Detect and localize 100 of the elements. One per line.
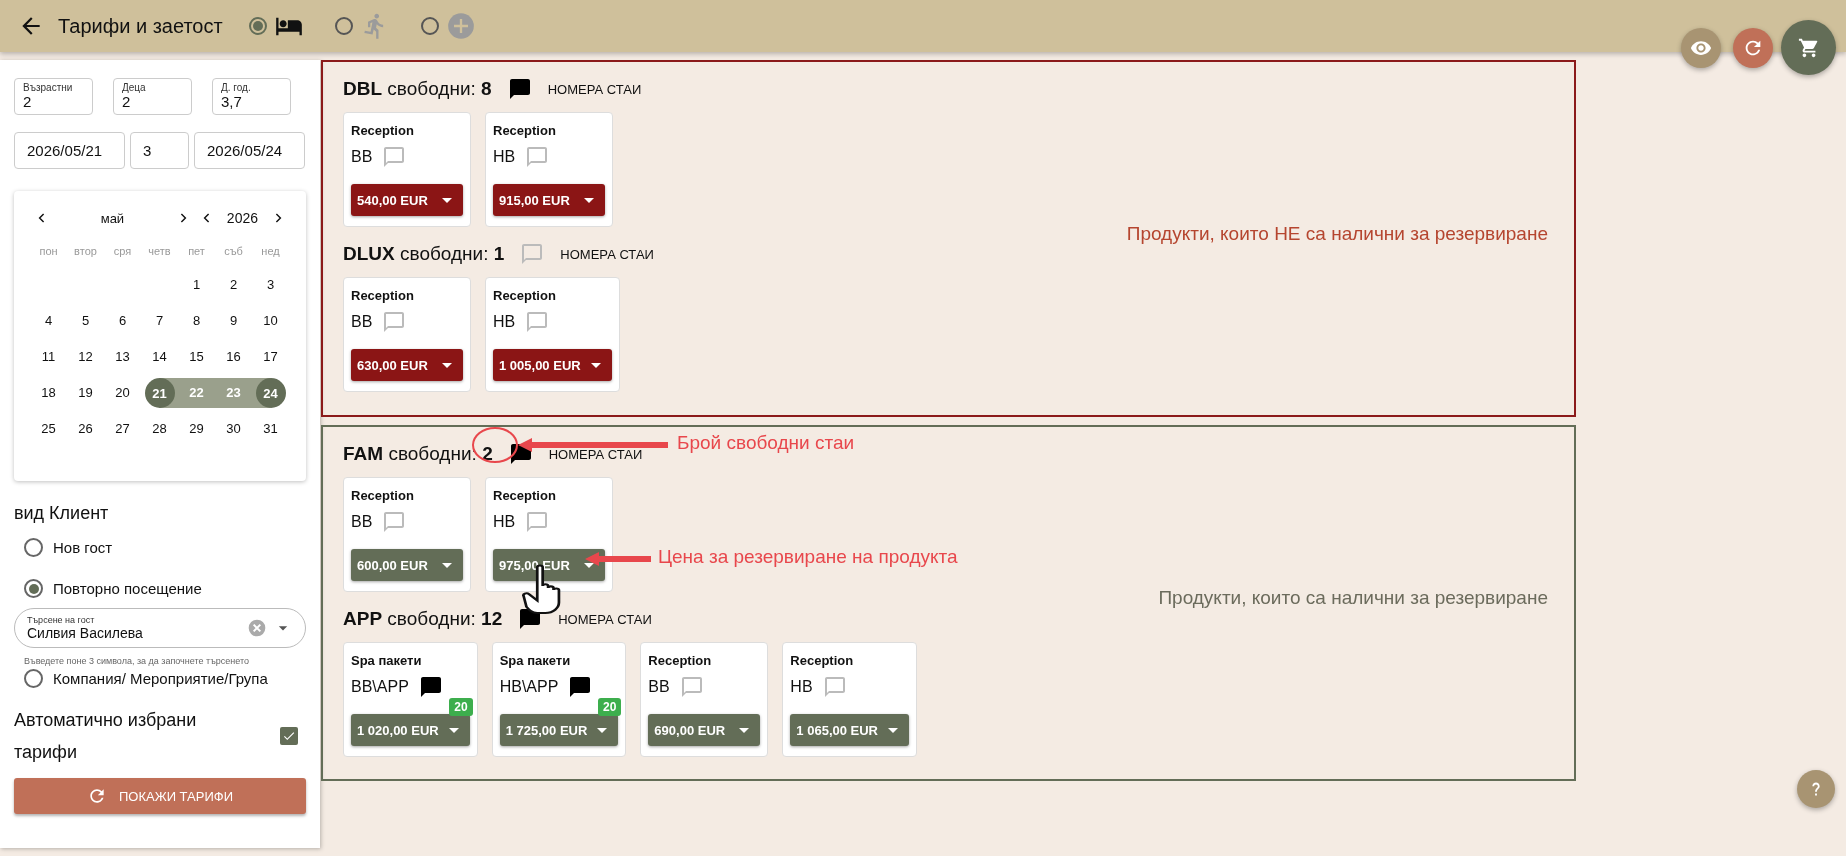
comment-icon[interactable] bbox=[507, 77, 532, 101]
calendar-day[interactable]: 20 bbox=[104, 378, 141, 408]
calendar-day[interactable]: 13 bbox=[104, 342, 141, 372]
calendar-day[interactable]: 28 bbox=[141, 414, 178, 444]
calendar-day[interactable]: 17 bbox=[252, 342, 289, 372]
month-label: май bbox=[99, 210, 126, 226]
weekday-label: нед bbox=[260, 244, 281, 259]
calendar-day[interactable]: 31 bbox=[252, 414, 289, 444]
room-type-heading: DBL свободни: 8 bbox=[343, 78, 492, 100]
board-code: HB bbox=[790, 678, 813, 696]
radio-option[interactable]: Нов гост bbox=[24, 538, 306, 557]
calendar-day[interactable]: 1 bbox=[178, 270, 215, 300]
calendar-day[interactable]: 29 bbox=[178, 414, 215, 444]
calendar-day[interactable]: 9 bbox=[215, 306, 252, 336]
calendar-day[interactable]: 18 bbox=[30, 378, 67, 408]
calendar-day[interactable]: 27 bbox=[104, 414, 141, 444]
callout-arrow bbox=[585, 551, 653, 567]
help-button[interactable] bbox=[1797, 770, 1835, 808]
calendar-day[interactable]: 15 bbox=[178, 342, 215, 372]
plus-icon bbox=[446, 12, 475, 40]
calendar-day[interactable]: 26 bbox=[67, 414, 104, 444]
caret-icon bbox=[590, 362, 601, 368]
radio-button[interactable] bbox=[24, 669, 43, 688]
next-year-icon[interactable] bbox=[274, 212, 282, 224]
room-type-heading: FAM свободни: 2 bbox=[343, 443, 493, 465]
calendar-day[interactable]: 7 bbox=[141, 306, 178, 336]
caret-icon bbox=[442, 562, 452, 568]
calendar-day[interactable]: 8 bbox=[178, 306, 215, 336]
calendar-day[interactable]: 30 bbox=[215, 414, 252, 444]
board-code: BB\APP bbox=[351, 678, 409, 696]
calendar-day[interactable]: 4 bbox=[30, 306, 67, 336]
calendar-day[interactable]: 16 bbox=[215, 342, 252, 372]
product-source: Spa пакети bbox=[351, 653, 423, 668]
helper-text: Въведете поне 3 символа, за да започнете търсенето bbox=[24, 656, 250, 667]
nights-field[interactable]: 3 bbox=[130, 132, 189, 169]
board-code: BB bbox=[351, 148, 373, 166]
clear-icon[interactable] bbox=[247, 618, 267, 638]
board-code: HB bbox=[493, 513, 516, 531]
product-source: Reception bbox=[351, 123, 415, 138]
calendar-day[interactable]: 2 bbox=[215, 270, 252, 300]
weekday-label: втор bbox=[73, 244, 98, 259]
room-numbers-button[interactable]: НОМЕРА СТАИ bbox=[560, 246, 654, 262]
price-button[interactable]: 540,00 EUR bbox=[351, 184, 463, 216]
group-note: Продукти, които НЕ са налични за резервиране bbox=[1126, 222, 1548, 245]
radio-option[interactable]: Повторно посещение bbox=[24, 579, 306, 598]
weekday-label: пон bbox=[38, 244, 59, 259]
room-numbers-button[interactable]: НОМЕРА СТАИ bbox=[558, 611, 652, 627]
price-button[interactable]: 1 020,00 EUR bbox=[351, 714, 470, 746]
refresh-button[interactable] bbox=[1733, 28, 1773, 68]
calendar-day[interactable]: 10 bbox=[252, 306, 289, 336]
occupancy-field[interactable]: Д. год. 3,7 bbox=[212, 78, 291, 115]
price-button[interactable]: 690,00 EUR bbox=[648, 714, 761, 746]
calendar-day[interactable]: 5 bbox=[67, 306, 104, 336]
weekday-label: четв bbox=[147, 244, 172, 259]
caret-icon bbox=[739, 727, 750, 733]
comment-icon[interactable] bbox=[418, 675, 443, 699]
price-button[interactable]: 600,00 EUR bbox=[351, 549, 463, 581]
calendar-day[interactable]: 11 bbox=[30, 342, 67, 372]
occupancy-field[interactable]: Възрастни 2 bbox=[14, 78, 93, 115]
calendar-day[interactable]: 24 bbox=[255, 378, 286, 408]
year-label: 2026 bbox=[225, 210, 259, 226]
departure-date-field[interactable]: 2026/05/24 bbox=[194, 132, 305, 169]
occupancy-field[interactable]: Деца 2 bbox=[113, 78, 192, 115]
calendar-day[interactable]: 14 bbox=[141, 342, 178, 372]
radio-button[interactable] bbox=[248, 17, 267, 35]
count-badge: 20 bbox=[598, 698, 622, 716]
calendar-day[interactable]: 6 bbox=[104, 306, 141, 336]
comment-icon[interactable] bbox=[568, 675, 593, 699]
cart-icon bbox=[1797, 36, 1820, 59]
group-note: Продукти, които са налични за резервиране bbox=[1158, 587, 1548, 609]
eye-button[interactable] bbox=[1681, 28, 1721, 68]
calendar-day[interactable]: 12 bbox=[67, 342, 104, 372]
caret-icon bbox=[442, 362, 452, 368]
calendar-day[interactable]: 25 bbox=[30, 414, 67, 444]
price-button[interactable]: 975,00 EUR bbox=[493, 549, 605, 581]
board-code: HB\APP bbox=[499, 678, 559, 696]
price-button[interactable]: 1 065,00 EUR bbox=[790, 714, 909, 746]
checkbox[interactable] bbox=[280, 727, 298, 745]
caret-icon bbox=[448, 727, 459, 733]
show-tariffs-button[interactable]: ПОКАЖИ ТАРИФИ bbox=[14, 778, 306, 814]
price-button[interactable]: 915,00 EUR bbox=[493, 184, 605, 216]
radio-button[interactable] bbox=[24, 538, 43, 557]
annotation-text: Цена за резервиране на продукта bbox=[658, 546, 958, 568]
price-button[interactable]: 630,00 EUR bbox=[351, 349, 463, 381]
product-source: Spa пакети bbox=[499, 653, 572, 668]
calendar-day[interactable]: 21 bbox=[144, 378, 175, 408]
radio-option[interactable]: Компания/ Мероприятие/Група bbox=[24, 669, 306, 688]
price-button[interactable]: 1 005,00 EUR bbox=[493, 349, 612, 381]
caret-icon bbox=[597, 727, 608, 733]
calendar-day[interactable]: 3 bbox=[252, 270, 289, 300]
price-button[interactable]: 1 725,00 EUR bbox=[499, 714, 619, 746]
previous-year-icon[interactable] bbox=[202, 212, 211, 224]
room-numbers-button[interactable]: НОМЕРА СТАИ bbox=[547, 81, 642, 97]
calendar-day[interactable]: 19 bbox=[67, 378, 104, 408]
board-code: HB bbox=[493, 148, 516, 166]
arrival-date-field[interactable]: 2026/05/21 bbox=[14, 132, 125, 169]
previous-month-icon[interactable] bbox=[38, 212, 46, 224]
radio-button[interactable] bbox=[24, 579, 43, 598]
room-numbers-button[interactable]: НОМЕРА СТАИ bbox=[548, 446, 643, 462]
next-month-icon[interactable] bbox=[178, 212, 187, 224]
